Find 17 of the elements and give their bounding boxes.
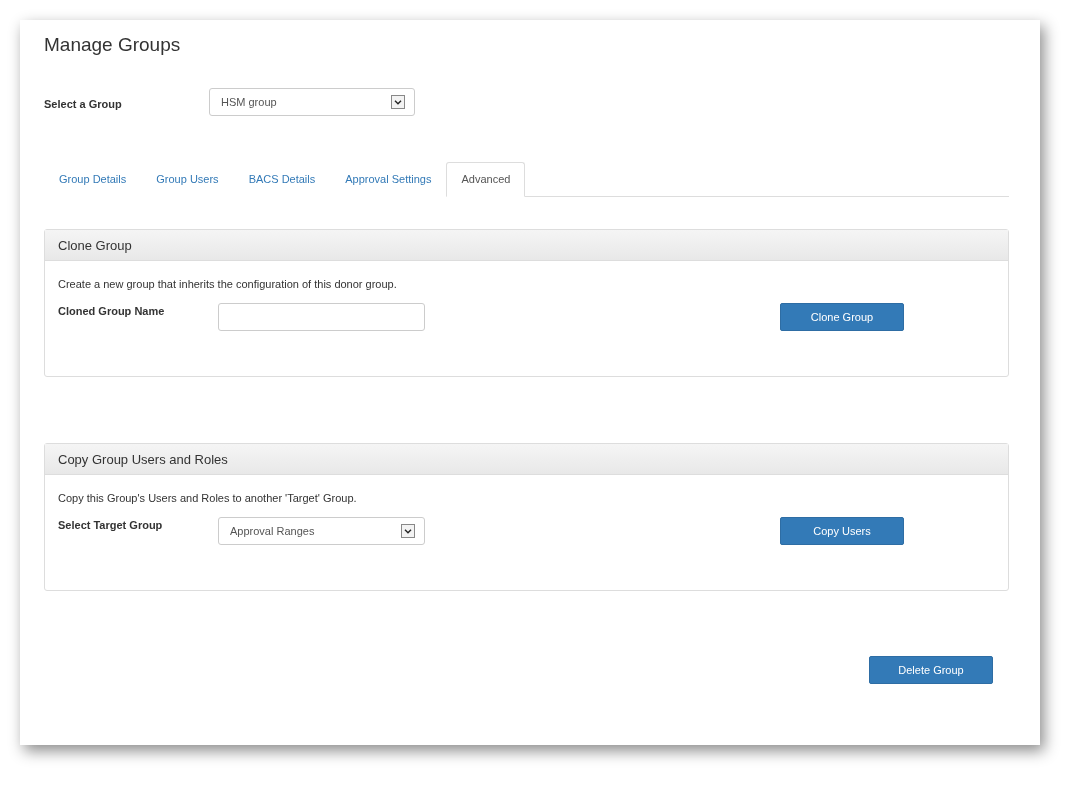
field-label: Select a Group	[44, 97, 123, 110]
dropdown[interactable]: Approval Ranges	[218, 517, 425, 545]
text-input[interactable]	[218, 303, 425, 331]
chevron-down-icon	[401, 524, 415, 538]
field-label: Select Target Group	[58, 518, 164, 531]
panel-title: Clone Group	[45, 230, 1008, 261]
field-label: Cloned Group Name	[58, 304, 166, 317]
tab[interactable]: Advanced	[446, 162, 526, 197]
action-button[interactable]: Copy Users	[780, 517, 904, 545]
panel-description: Copy this Group's Users and Roles to another 'Target' Group.	[58, 492, 358, 504]
delete-button[interactable]: Delete Group	[869, 656, 993, 684]
page-title: Manage Groups	[44, 34, 182, 56]
panel-description: Create a new group that inherits the configuration of this donor group.	[58, 278, 398, 290]
dropdown[interactable]: HSM group	[209, 88, 415, 116]
action-button[interactable]: Clone Group	[780, 303, 904, 331]
chevron-down-icon	[391, 95, 405, 109]
panel-title: Copy Group Users and Roles	[45, 444, 1008, 475]
